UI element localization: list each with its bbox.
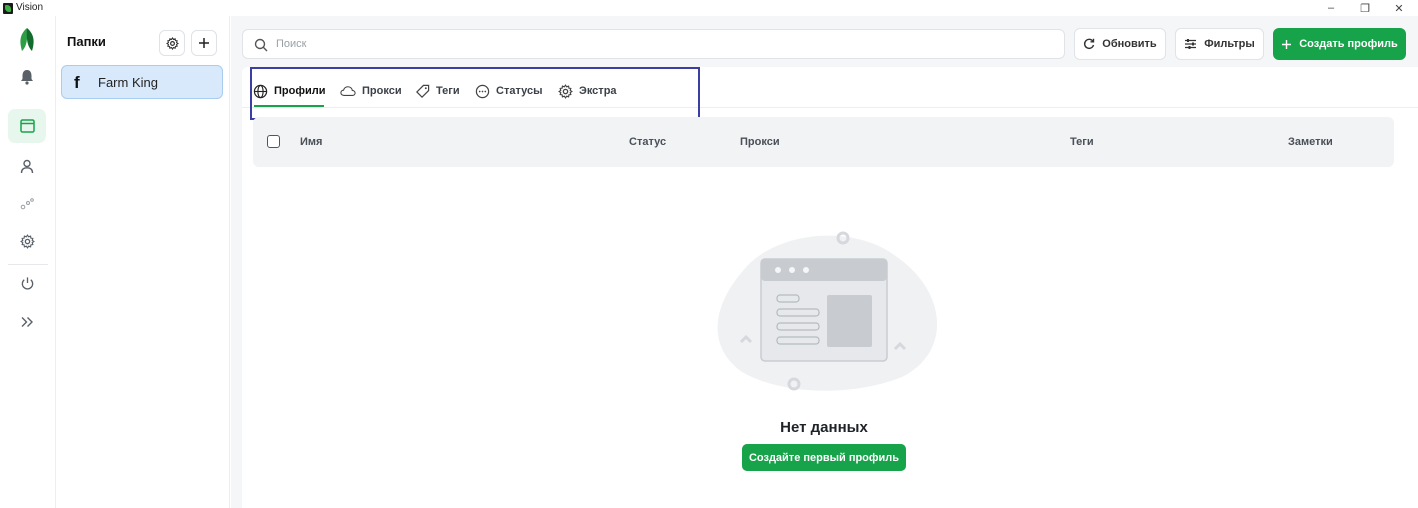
- empty-state-illustration: [717, 231, 938, 391]
- tab-statuses[interactable]: Статусы: [475, 80, 542, 102]
- create-profile-button[interactable]: Создать профиль: [1273, 28, 1406, 60]
- plus-icon: [199, 38, 209, 48]
- folders-title: Папки: [67, 34, 106, 49]
- sliders-icon: [1185, 39, 1197, 49]
- filters-button[interactable]: Фильтры: [1175, 28, 1264, 60]
- gear-icon: [558, 83, 573, 99]
- title-bar: Vision – ❐ ✕: [0, 0, 1418, 16]
- tab-extra[interactable]: Экстра: [558, 80, 617, 102]
- select-all-checkbox[interactable]: [267, 135, 280, 148]
- refresh-icon: [1084, 38, 1095, 49]
- facebook-icon: f: [74, 73, 80, 92]
- tab-proxy[interactable]: Прокси: [340, 80, 402, 102]
- folder-settings-button[interactable]: [159, 30, 185, 56]
- main-content: Поиск Обновить Фильтры Создать профиль П…: [231, 16, 1418, 508]
- filters-label: Фильтры: [1204, 38, 1255, 50]
- tab-profiles[interactable]: Профили: [253, 80, 325, 102]
- minimize-button[interactable]: –: [1314, 0, 1348, 16]
- browser-window-icon[interactable]: [8, 109, 46, 143]
- search-input[interactable]: Поиск: [242, 29, 1065, 59]
- refresh-label: Обновить: [1102, 38, 1157, 50]
- tab-label: Прокси: [362, 85, 402, 97]
- tabs-divider: [242, 107, 1418, 108]
- close-button[interactable]: ✕: [1382, 0, 1416, 16]
- cloud-icon: [340, 86, 356, 96]
- bubbles-icon[interactable]: [8, 187, 46, 221]
- search-placeholder: Поиск: [276, 38, 307, 50]
- logo-icon[interactable]: [8, 23, 46, 57]
- globe-icon: [253, 84, 268, 98]
- restore-button[interactable]: ❐: [1348, 0, 1382, 16]
- refresh-button[interactable]: Обновить: [1074, 28, 1166, 60]
- create-first-profile-button[interactable]: Создайте первый профиль: [742, 444, 906, 471]
- column-header-status[interactable]: Статус: [629, 136, 666, 148]
- tag-icon: [416, 84, 430, 98]
- bell-icon[interactable]: [8, 60, 46, 94]
- column-header-notes[interactable]: Заметки: [1288, 136, 1333, 148]
- double-chevron-right-icon[interactable]: [8, 305, 46, 339]
- column-header-tags[interactable]: Теги: [1070, 136, 1094, 148]
- create-profile-label: Создать профиль: [1299, 38, 1398, 50]
- add-folder-button[interactable]: [191, 30, 217, 56]
- power-icon[interactable]: [8, 266, 46, 300]
- column-header-proxy[interactable]: Прокси: [740, 136, 780, 148]
- user-icon[interactable]: [8, 149, 46, 183]
- gear-icon[interactable]: [8, 224, 46, 258]
- empty-state-title: Нет данных: [780, 419, 868, 436]
- window-title: Vision: [16, 2, 44, 13]
- column-header-name[interactable]: Имя: [300, 136, 322, 148]
- tab-label: Теги: [436, 85, 460, 97]
- gear-icon: [165, 36, 179, 50]
- tab-tags[interactable]: Теги: [415, 80, 460, 102]
- dots-circle-icon: [475, 84, 490, 98]
- tab-label: Профили: [274, 85, 326, 97]
- tab-label: Статусы: [496, 85, 543, 97]
- folder-item-label: Farm King: [98, 75, 158, 90]
- plus-icon: [1282, 39, 1292, 49]
- table-header: Имя Статус Прокси Теги Заметки: [253, 117, 1394, 167]
- folders-panel: Папки f Farm King: [56, 16, 230, 508]
- folder-item-farm-king[interactable]: f Farm King: [61, 65, 223, 99]
- search-icon: [254, 38, 268, 52]
- app-logo-icon: [3, 3, 13, 14]
- profiles-panel: Профили Прокси Теги Статусы Экстра Имя С…: [242, 67, 1418, 508]
- tab-label: Экстра: [579, 85, 617, 97]
- rail-divider: [8, 264, 48, 265]
- icon-rail: [0, 16, 56, 508]
